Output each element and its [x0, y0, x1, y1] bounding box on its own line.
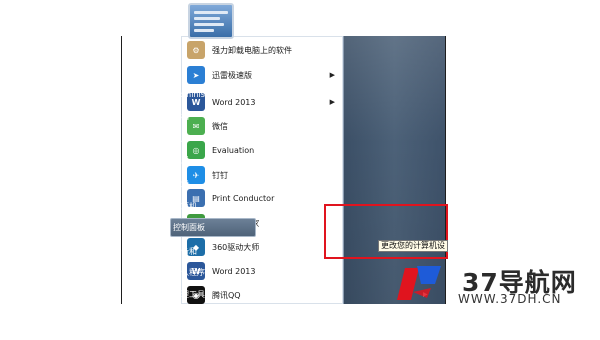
program-label: 迅雷极速版 — [212, 70, 252, 80]
submenu-arrow-icon: ▶ — [329, 98, 335, 106]
thunder-icon: ➤ — [187, 66, 205, 84]
frame-border-right — [445, 36, 446, 304]
place-computer[interactable]: 计算机 — [173, 196, 263, 216]
frame-border-left — [121, 36, 122, 304]
place-administrator[interactable]: Administrator — [173, 84, 263, 104]
watermark-url: WWW.37DH.CN — [458, 292, 562, 306]
tooltip: 更改您的计算机设 — [378, 240, 448, 252]
place-games[interactable]: 游戏 — [173, 174, 263, 194]
site-logo-icon — [397, 266, 441, 300]
place-music[interactable]: 音乐 — [173, 150, 263, 170]
submenu-arrow-icon: ▶ — [329, 71, 335, 79]
uninstaller-icon: ⚙ — [187, 41, 205, 59]
place-pictures[interactable]: 图片 — [173, 128, 263, 148]
place-control-panel[interactable]: 控制面板 — [170, 218, 256, 237]
place-default-programs[interactable]: 默认程序 — [173, 262, 263, 282]
place-devices[interactable]: 设备和 — [173, 241, 263, 261]
place-documents[interactable]: 文档 — [173, 106, 263, 126]
user-picture[interactable] — [188, 3, 234, 39]
program-item[interactable]: ⚙ 强力卸载电脑上的软件 — [183, 38, 341, 62]
place-admin-tools[interactable]: 管理工具▶ — [173, 284, 428, 304]
program-label: 强力卸载电脑上的软件 — [212, 45, 292, 55]
